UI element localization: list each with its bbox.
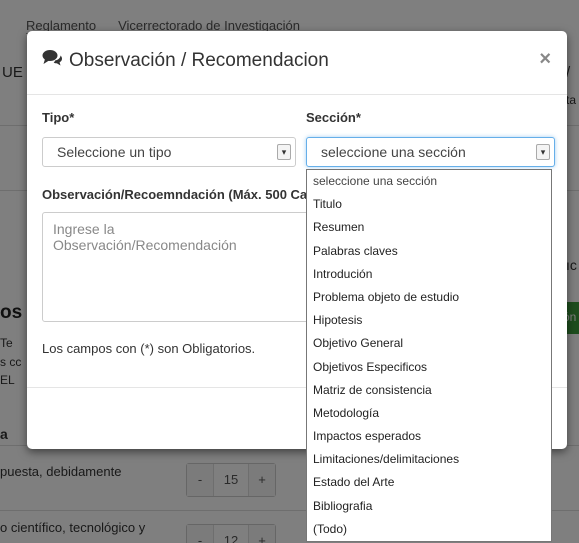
chevron-down-icon[interactable]: ▾ (536, 144, 550, 160)
seccion-label: Sección* (306, 110, 361, 125)
dropdown-option[interactable]: seleccione una sección (307, 170, 551, 193)
seccion-select-value: seleccione una sección (321, 144, 466, 160)
dropdown-option[interactable]: Limitaciones/delimitaciones (307, 448, 551, 471)
close-button[interactable]: × (539, 48, 551, 71)
modal-title: Observación / Recomendacion (42, 49, 329, 72)
seccion-select[interactable]: seleccione una sección ▾ (306, 137, 555, 167)
comments-icon (42, 49, 62, 72)
chevron-down-icon: ▾ (277, 144, 291, 160)
dropdown-option[interactable]: Problema objeto de estudio (307, 286, 551, 309)
observation-label: Observación/Recoemndación (Máx. 500 Ca (42, 187, 308, 202)
dropdown-option[interactable]: (Todo) (307, 518, 551, 541)
dropdown-option[interactable]: Resumen (307, 216, 551, 239)
dropdown-option[interactable]: Titulo (307, 193, 551, 216)
dropdown-option[interactable]: Impactos esperados (307, 425, 551, 448)
dropdown-option[interactable]: Objetivo General (307, 332, 551, 355)
required-fields-note: Los campos con (*) son Obligatorios. (42, 341, 256, 356)
tipo-label: Tipo* (42, 110, 75, 125)
modal-header: Observación / Recomendacion × (27, 31, 567, 95)
dropdown-option[interactable]: Estado del Arte (307, 471, 551, 494)
dropdown-option[interactable]: Objetivos Especificos (307, 356, 551, 379)
dropdown-option[interactable]: Introdución (307, 263, 551, 286)
dropdown-option[interactable]: Bibliografia (307, 495, 551, 518)
observation-textarea[interactable]: Ingrese la Observación/Recomendación (42, 212, 310, 322)
tipo-select[interactable]: Seleccione un tipo ▾ (42, 137, 296, 167)
modal-title-text: Observación / Recomendacion (69, 49, 329, 71)
dropdown-option[interactable]: Palabras claves (307, 240, 551, 263)
dropdown-option[interactable]: Hipotesis (307, 309, 551, 332)
dropdown-option[interactable]: Metodología (307, 402, 551, 425)
seccion-dropdown-list[interactable]: seleccione una sección Titulo Resumen Pa… (306, 169, 552, 542)
dropdown-option[interactable]: Matriz de consistencia (307, 379, 551, 402)
tipo-select-value: Seleccione un tipo (57, 144, 172, 160)
